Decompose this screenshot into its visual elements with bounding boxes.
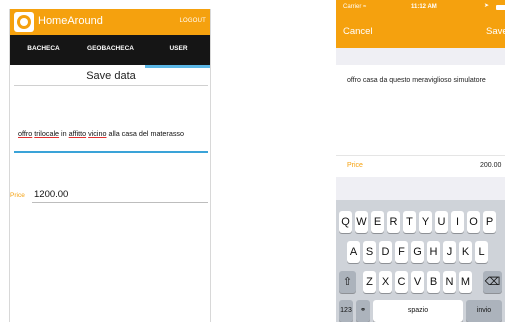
key-t[interactable]: T [403,211,416,233]
key-u[interactable]: U [435,211,448,233]
battery-icon [496,5,505,10]
backspace-icon: ⌫ [484,276,501,288]
description-textarea[interactable]: offro casa da questo meraviglioso simula… [336,65,505,155]
key-f[interactable]: F [395,241,408,263]
key-j[interactable]: J [443,241,456,263]
key-z[interactable]: Z [363,271,376,293]
keyboard: Q W E R T Y U I O P A S D F G H J K L ⇧ … [336,200,505,322]
cancel-button[interactable]: Cancel [343,26,373,37]
key-m[interactable]: M [459,271,472,293]
description-field[interactable]: offro trilocale in affitto vicino alla c… [18,129,210,138]
key-h[interactable]: H [427,241,440,263]
price-input[interactable]: 1200.00 [34,189,68,200]
price-label: Price [347,162,363,169]
description-word: alla casa del materasso [108,129,185,138]
key-o[interactable]: O [467,211,480,233]
description-text: offro casa da questo meraviglioso simula… [347,77,486,84]
key-b[interactable]: B [427,271,440,293]
app-title: HomeAround [38,15,103,27]
tab-bacheca[interactable]: BACHECA [10,35,77,65]
key-p[interactable]: P [483,211,496,233]
numbers-key[interactable]: 123 [339,300,353,322]
description-word: vicino [88,129,107,138]
price-input-underline [32,202,208,203]
globe-key[interactable]: ⚭ [356,300,370,322]
divider [14,85,208,86]
price-label: Price [10,192,25,199]
description-word: affitto [68,129,87,138]
navigation-bar: Carrier ≈ 11:12 AM ➤ Cancel Save [336,0,505,48]
tab-bar: BACHECA GEOBACHECA USER [10,35,210,65]
return-key[interactable]: invio [466,300,502,322]
description-word: trilocale [34,129,60,138]
space-key[interactable]: spazio [373,300,463,322]
key-e[interactable]: E [371,211,384,233]
key-a[interactable]: A [347,241,360,263]
backspace-key[interactable]: ⌫ [483,271,502,293]
ios-phone: Carrier ≈ 11:12 AM ➤ Cancel Save offro c… [336,0,505,322]
page-title: Save data [86,70,136,82]
key-y[interactable]: Y [419,211,432,233]
key-d[interactable]: D [379,241,392,263]
key-s[interactable]: S [363,241,376,263]
key-v[interactable]: V [411,271,424,293]
app-logo-icon [14,12,34,32]
description-word: offro [18,129,33,138]
android-phone: HomeAround LOGOUT BACHECA GEOBACHECA USE… [9,9,211,322]
key-x[interactable]: X [379,271,392,293]
key-r[interactable]: R [387,211,400,233]
key-w[interactable]: W [355,211,368,233]
screenshot-stage: HomeAround LOGOUT BACHECA GEOBACHECA USE… [0,0,505,322]
key-n[interactable]: N [443,271,456,293]
save-button[interactable]: Save [486,26,505,37]
shift-key[interactable]: ⇧ [339,271,356,293]
key-k[interactable]: K [459,241,472,263]
tab-user[interactable]: USER [145,35,210,65]
description-field-underline [14,151,208,153]
key-q[interactable]: Q [339,211,352,233]
key-g[interactable]: G [411,241,424,263]
app-bar: HomeAround LOGOUT [10,9,210,35]
description-word: in [61,129,67,138]
shift-icon: ⇧ [342,276,353,288]
key-i[interactable]: I [451,211,464,233]
key-l[interactable]: L [475,241,488,263]
status-time: 11:12 AM [411,4,437,10]
logout-button[interactable]: LOGOUT [179,18,206,24]
globe-icon: ⚭ [360,307,366,314]
carrier-label: Carrier ≈ [343,4,367,10]
tab-geobacheca[interactable]: GEOBACHECA [77,35,144,65]
price-row[interactable]: Price 200.00 [336,155,505,177]
location-arrow-icon: ➤ [484,3,490,9]
price-value[interactable]: 200.00 [480,162,501,169]
key-c[interactable]: C [395,271,408,293]
